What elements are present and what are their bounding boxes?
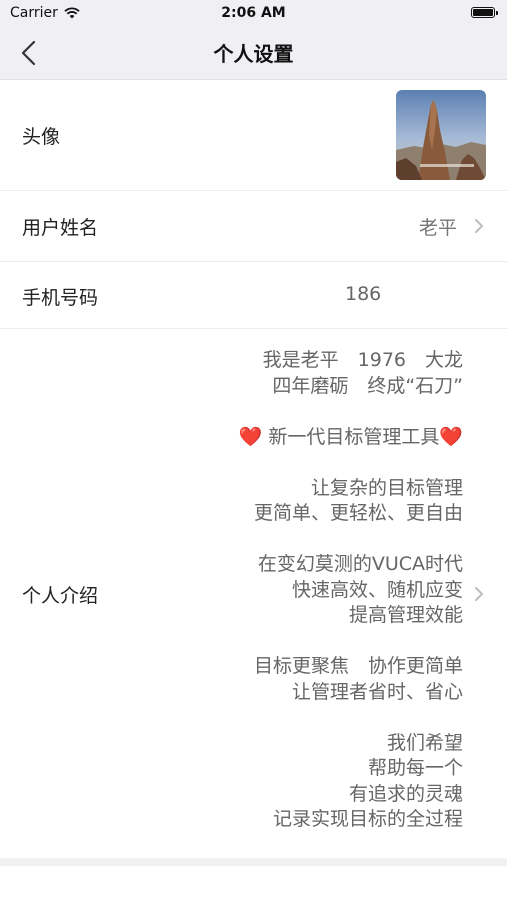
username-row[interactable]: 用户姓名 老平 xyxy=(0,191,507,261)
intro-line: 更简单、更轻松、更自由 xyxy=(253,502,463,524)
avatar-image[interactable] xyxy=(396,90,486,180)
status-time: 2:06 AM xyxy=(221,5,286,21)
intro-line: 记录实现目标的全过程 xyxy=(272,808,463,830)
intro-line: 帮助每一个 xyxy=(367,757,463,779)
intro-line: 我们希望 xyxy=(386,731,463,754)
intro-spacer xyxy=(133,705,463,731)
intro-spacer xyxy=(133,450,463,476)
intro-line: 让复杂的目标管理 xyxy=(310,476,463,499)
phone-label: 手机号码 xyxy=(22,287,99,309)
intro-line: 我是老平 1976 大龙 xyxy=(262,349,463,371)
intro-line: 有追求的灵魂 xyxy=(348,782,463,805)
status-bar: Carrier 2:06 AM xyxy=(0,0,507,26)
username-value: 老平 xyxy=(418,217,457,239)
chevron-right-icon xyxy=(475,219,483,233)
intro-line: 让管理者省时、省心 xyxy=(291,680,463,703)
avatar-landscape-graphic xyxy=(396,90,486,180)
intro-spacer xyxy=(133,399,463,425)
avatar-label: 头像 xyxy=(22,126,61,148)
phone-value: 186 xyxy=(345,283,382,305)
intro-spacer xyxy=(133,527,463,553)
intro-line: 四年磨砺 终成“石刀” xyxy=(272,374,463,397)
username-label: 用户姓名 xyxy=(22,217,99,239)
intro-label: 个人介绍 xyxy=(22,585,99,607)
intro-line: 提高管理效能 xyxy=(348,604,463,626)
intro-line: 目标更聚焦 协作更简单 xyxy=(253,655,463,677)
intro-text: 我是老平 1976 大龙 四年磨砺 终成“石刀” ❤️ 新一代目标管理工具❤️ … xyxy=(133,348,463,833)
intro-line: ❤️ 新一代目标管理工具❤️ xyxy=(238,425,463,448)
chevron-right-icon xyxy=(475,587,483,601)
intro-line: 快速高效、随机应变 xyxy=(291,578,463,601)
page-title: 个人设置 xyxy=(213,42,294,66)
bottom-separator xyxy=(0,858,507,866)
intro-spacer xyxy=(133,629,463,655)
navigation-bar: 个人设置 xyxy=(0,26,507,80)
intro-line: 在变幻莫测的VUCA时代 xyxy=(257,553,463,575)
battery-icon xyxy=(471,7,498,18)
phone-row: 手机号码 186 xyxy=(0,262,507,328)
